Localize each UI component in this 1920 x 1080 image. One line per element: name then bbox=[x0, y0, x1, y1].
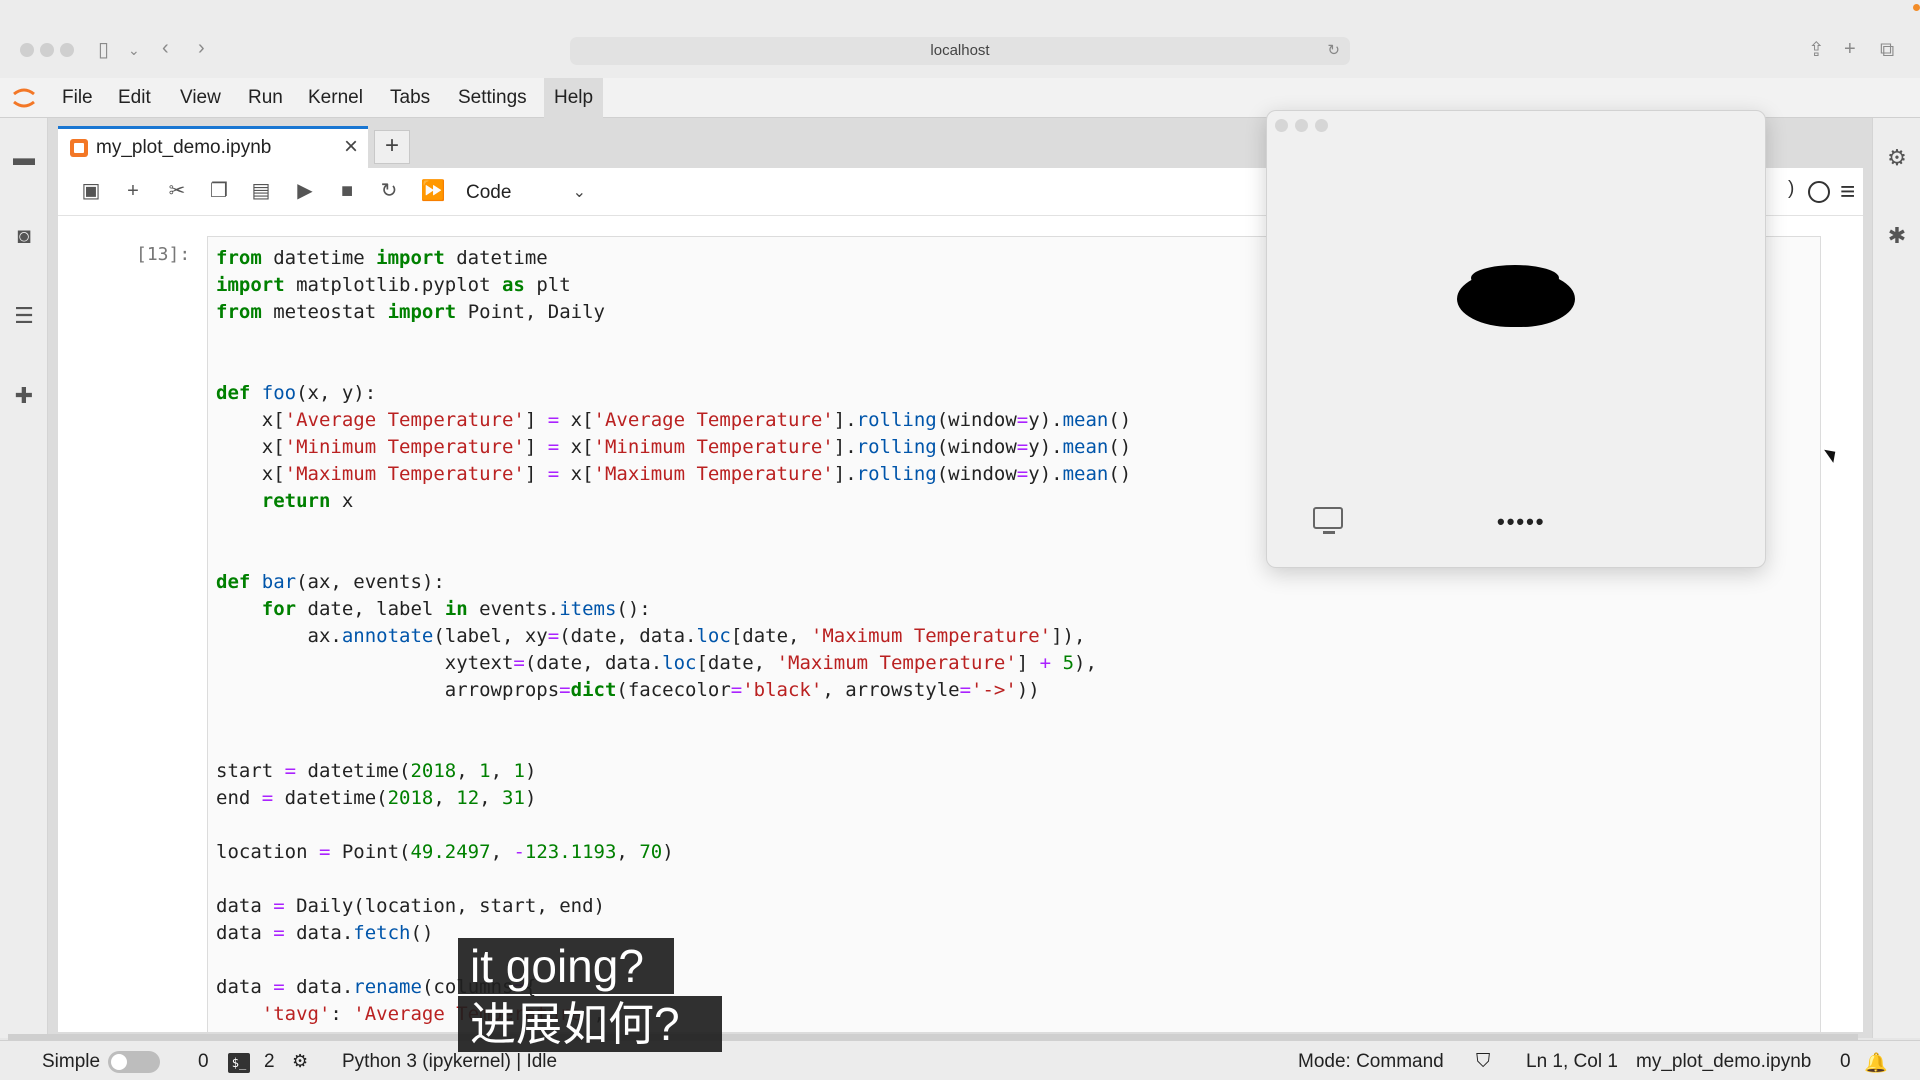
password-field[interactable]: ••••• bbox=[1497, 509, 1546, 535]
editor-mode[interactable]: Mode: Command bbox=[1298, 1051, 1444, 1073]
cpu-icon[interactable]: ⚙ bbox=[292, 1051, 308, 1072]
scissors-icon[interactable]: ✂ bbox=[164, 178, 190, 204]
chevron-down-icon[interactable]: ⌄ bbox=[128, 40, 140, 60]
copy-icon[interactable]: ❐ bbox=[206, 178, 232, 204]
menu-edit[interactable]: Edit bbox=[108, 78, 161, 118]
window-zoom-button[interactable] bbox=[60, 43, 74, 57]
tab-overview-icon[interactable]: ⧉ bbox=[1880, 40, 1894, 60]
add-tab-button[interactable]: + bbox=[374, 130, 410, 164]
menu-help[interactable]: Help bbox=[544, 78, 604, 118]
debugger-icon[interactable]: ✱ bbox=[1885, 224, 1909, 248]
left-sidebar: ▬ ◙ ☰ ✚ bbox=[0, 118, 48, 1038]
close-icon[interactable]: × bbox=[344, 133, 358, 161]
folder-icon[interactable]: ▬ bbox=[12, 146, 36, 170]
active-file-name: my_plot_demo.ipynb bbox=[1636, 1051, 1812, 1072]
notebook-icon bbox=[70, 139, 88, 157]
window-minimize-button[interactable] bbox=[40, 43, 54, 57]
back-icon[interactable]: ‹ bbox=[162, 38, 169, 58]
new-tab-icon[interactable]: + bbox=[1844, 39, 1856, 59]
execution-count: [13]: bbox=[136, 244, 191, 265]
hamburger-menu-icon[interactable]: ≡ bbox=[1840, 176, 1855, 207]
tab-title: my_plot_demo.ipynb bbox=[96, 137, 272, 158]
save-icon[interactable]: ▣ bbox=[78, 178, 104, 204]
simple-mode-label: Simple bbox=[42, 1051, 101, 1072]
chevron-down-icon: ⌄ bbox=[572, 184, 586, 201]
redacted-avatar bbox=[1457, 265, 1575, 327]
running-sessions-icon[interactable]: ◙ bbox=[12, 224, 36, 248]
right-sidebar: ⚙ ✱ bbox=[1872, 118, 1920, 1038]
trusted-shield-icon[interactable]: ⛉ bbox=[1476, 1051, 1490, 1073]
extension-icon[interactable]: ✚ bbox=[12, 384, 36, 408]
cell-type-select[interactable]: Code ⌄ bbox=[466, 180, 586, 206]
cell-type-value: Code bbox=[466, 182, 512, 203]
forward-icon[interactable]: › bbox=[198, 38, 205, 58]
terminal-count[interactable]: 0 bbox=[198, 1051, 209, 1073]
tab-my-plot-demo[interactable]: my_plot_demo.ipynb × bbox=[58, 126, 368, 168]
fast-forward-icon[interactable]: ⏩ bbox=[420, 178, 446, 204]
window-minimize-button[interactable] bbox=[1295, 119, 1308, 132]
menu-run[interactable]: Run bbox=[238, 78, 293, 118]
code-text[interactable]: from datetime import datetime import mat… bbox=[216, 245, 1131, 1032]
kernel-status-text[interactable]: Python 3 (ipykernel) | Idle bbox=[342, 1051, 557, 1073]
sidebar-toggle-icon[interactable]: ▯ bbox=[98, 40, 109, 60]
status-bar: Simple 0 $_ 2 ⚙ Python 3 (ipykernel) | I… bbox=[0, 1040, 1920, 1080]
plus-icon[interactable]: + bbox=[120, 178, 146, 204]
paste-icon[interactable]: ▤ bbox=[248, 178, 274, 204]
table-of-contents-icon[interactable]: ☰ bbox=[12, 304, 36, 328]
browser-toolbar: ▯ ⌄ ‹ › localhost ↻ ⇪ + ⧉ bbox=[0, 0, 1920, 78]
window-close-button[interactable] bbox=[20, 43, 34, 57]
terminal-icon[interactable]: $_ bbox=[228, 1053, 250, 1073]
kernel-status-icon bbox=[1808, 181, 1830, 203]
floating-login-window: ••••• bbox=[1266, 110, 1766, 568]
notification-dot bbox=[1913, 4, 1920, 11]
menu-settings[interactable]: Settings bbox=[448, 78, 537, 118]
simple-mode-toggle[interactable] bbox=[108, 1051, 160, 1073]
menu-file[interactable]: File bbox=[52, 78, 103, 118]
menu-view[interactable]: View bbox=[170, 78, 231, 118]
kernel-name-truncated[interactable]: ) bbox=[1788, 178, 1794, 200]
property-inspector-icon[interactable]: ⚙ bbox=[1885, 146, 1909, 170]
window-zoom-button[interactable] bbox=[1315, 119, 1328, 132]
kernel-count[interactable]: 2 bbox=[264, 1051, 275, 1073]
subtitle-english: it going? bbox=[458, 938, 674, 994]
menu-tabs[interactable]: Tabs bbox=[380, 78, 440, 118]
jupyter-logo-icon bbox=[13, 88, 35, 108]
cursor-position[interactable]: Ln 1, Col 1 bbox=[1526, 1051, 1618, 1073]
monitor-icon[interactable] bbox=[1313, 507, 1343, 534]
bell-icon[interactable]: 🔔 bbox=[1864, 1051, 1888, 1075]
notification-count[interactable]: 0 bbox=[1840, 1051, 1851, 1073]
stop-icon[interactable]: ■ bbox=[334, 178, 360, 204]
url-text: localhost bbox=[930, 42, 990, 59]
subtitle-chinese: 进展如何? bbox=[458, 996, 722, 1052]
play-icon[interactable]: ▶ bbox=[292, 178, 318, 204]
reload-icon[interactable]: ↻ bbox=[1327, 37, 1340, 65]
share-icon[interactable]: ⇪ bbox=[1808, 40, 1825, 60]
address-bar[interactable]: localhost ↻ bbox=[570, 37, 1350, 65]
refresh-icon[interactable]: ↻ bbox=[376, 178, 402, 204]
window-close-button[interactable] bbox=[1275, 119, 1288, 132]
menu-kernel[interactable]: Kernel bbox=[298, 78, 373, 118]
